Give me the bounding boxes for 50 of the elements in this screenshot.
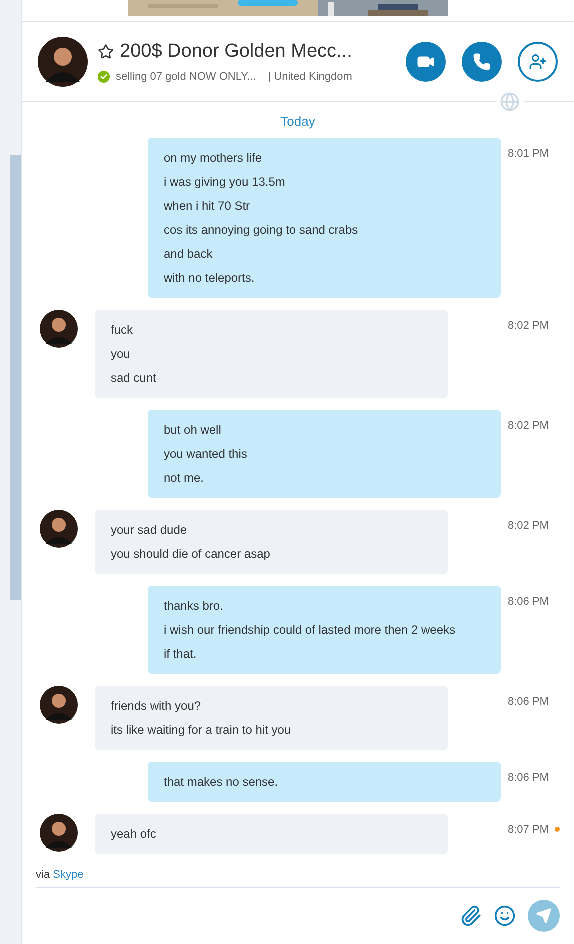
message-text: sad cunt (111, 370, 158, 386)
message-text: thanks bro. (164, 598, 224, 614)
message-text: that makes no sense. (164, 774, 280, 790)
message-text: you wanted this (164, 446, 248, 462)
message-text: your sad dude (111, 522, 188, 538)
message-time: 8:02 PM (508, 418, 549, 434)
message-text: when i hit 70 Str (164, 198, 252, 214)
contact-location: | United Kingdom (268, 70, 352, 84)
favorite-star-icon[interactable] (98, 44, 114, 60)
contact-avatar[interactable] (38, 36, 88, 86)
mood-message: selling 07 gold NOW ONLY... (116, 70, 256, 84)
message-time: 8:01 PM (508, 146, 549, 162)
scrollbar[interactable] (10, 155, 21, 600)
message-time: 8:06 PM (508, 594, 549, 610)
message-time: 8:02 PM (508, 518, 549, 534)
message-text: its like waiting for a train to hit you (111, 722, 292, 738)
message-text: if that. (164, 646, 198, 662)
add-person-icon (529, 52, 547, 70)
message-text: and back (164, 246, 214, 262)
message-text: friends with you? (111, 698, 202, 714)
message-text: yeah ofc (111, 826, 158, 842)
message-text: but oh well (164, 422, 222, 438)
avatar (40, 814, 78, 852)
add-contact-button[interactable] (518, 42, 558, 82)
contact-name: 200$ Donor Golden Mecc... (120, 40, 352, 64)
message-time: 8:06 PM (508, 694, 549, 710)
call-button[interactable] (462, 42, 502, 82)
message-text: you (111, 346, 132, 362)
avatar (40, 510, 78, 548)
message-text: you should die of cancer asap (111, 546, 272, 562)
avatar (40, 310, 78, 348)
message-text: not me. (164, 470, 206, 486)
message-text: fuck (111, 322, 134, 338)
message-time: 8:06 PM (508, 770, 549, 786)
date-divider: Today (280, 113, 316, 131)
skype-link[interactable]: Skype (53, 868, 84, 880)
attach-icon[interactable] (460, 905, 482, 927)
paper-plane-icon (536, 908, 552, 924)
message-time: 8:07 PM (508, 822, 549, 838)
message-text: i wish our friendship could of lasted more then 2 weeks (164, 622, 456, 638)
message-text: with no teleports. (164, 270, 256, 286)
via-label: via (36, 868, 50, 880)
video-call-button[interactable] (406, 42, 446, 82)
message-time: 8:02 PM (508, 318, 549, 334)
emoticon-icon[interactable] (494, 905, 516, 927)
message-text: cos its annoying going to sand crabs (164, 222, 360, 238)
message-text: on my mothers life (164, 150, 264, 166)
phone-icon (473, 52, 491, 70)
avatar (40, 686, 78, 724)
message-text: i was giving you 13.5m (164, 174, 286, 190)
